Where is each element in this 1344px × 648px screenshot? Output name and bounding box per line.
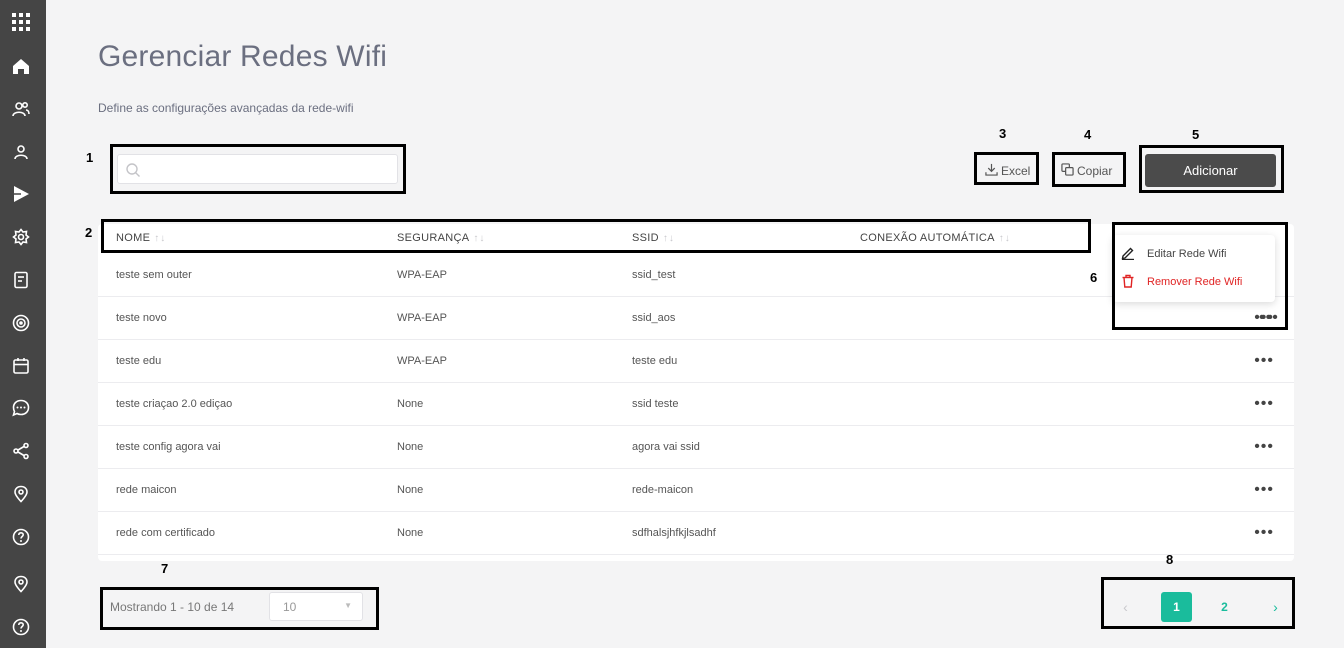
cell-nome: teste novo — [116, 312, 167, 324]
row-actions-button[interactable]: ••• — [1254, 469, 1274, 512]
users-icon[interactable] — [10, 98, 32, 120]
cell-seguranca: None — [397, 398, 424, 410]
location-icon[interactable] — [10, 573, 32, 595]
annotation-box-3 — [974, 152, 1039, 185]
annotation-number: 6 — [1090, 270, 1098, 285]
cell-ssid: ssid_test — [632, 269, 676, 281]
annotation-number: 5 — [1192, 127, 1200, 142]
help-icon[interactable] — [10, 616, 32, 638]
cell-seguranca: WPA-EAP — [397, 269, 447, 281]
location-icon[interactable] — [10, 483, 32, 505]
annotation-box-7 — [100, 587, 379, 630]
chat-icon[interactable] — [10, 397, 32, 419]
settings-icon[interactable] — [10, 226, 32, 248]
play-icon[interactable] — [10, 183, 32, 205]
user-icon[interactable] — [10, 141, 32, 163]
sidebar — [0, 0, 46, 648]
annotation-box-2 — [101, 219, 1091, 253]
cell-ssid: agora vai ssid — [632, 441, 700, 453]
cell-seguranca: WPA-EAP — [397, 355, 447, 367]
apps-grid-icon[interactable] — [10, 11, 32, 33]
cell-nome: rede com certificado — [116, 527, 216, 539]
table-row[interactable]: teste edu WPA-EAP teste edu ••• — [98, 340, 1294, 383]
annotation-box-4 — [1052, 152, 1126, 187]
cell-nome: rede maicon — [116, 484, 177, 496]
annotation-box-5 — [1139, 145, 1284, 193]
cell-nome: teste sem outer — [116, 269, 192, 281]
annotation-number: 3 — [999, 126, 1007, 141]
row-actions-button[interactable]: ••• — [1254, 383, 1274, 426]
row-actions-button[interactable]: ••• — [1254, 426, 1274, 469]
home-icon[interactable] — [10, 55, 32, 77]
table-row[interactable]: teste config agora vai None agora vai ss… — [98, 426, 1294, 469]
cell-ssid: sdfhalsjhfkjlsadhf — [632, 527, 716, 539]
annotation-box-1 — [110, 144, 406, 194]
annotation-number: 7 — [161, 561, 169, 576]
share-icon[interactable] — [10, 440, 32, 462]
row-actions-button[interactable]: ••• — [1254, 340, 1274, 383]
cell-ssid: ssid teste — [632, 398, 679, 410]
cell-ssid: ssid_aos — [632, 312, 676, 324]
cell-nome: teste edu — [116, 355, 162, 367]
cell-nome: teste criaçao 2.0 ediçao — [116, 398, 233, 410]
page-title: Gerenciar Redes Wifi — [98, 40, 388, 73]
row-actions-button[interactable]: ••• — [1254, 512, 1274, 555]
table-row[interactable]: rede com certificado None sdfhalsjhfkjls… — [98, 512, 1294, 555]
annotation-box-8 — [1101, 577, 1295, 629]
cell-seguranca: WPA-EAP — [397, 312, 447, 324]
calendar-icon[interactable] — [10, 355, 32, 377]
page-subtitle: Define as configurações avançadas da red… — [98, 101, 354, 115]
annotation-number: 8 — [1166, 552, 1174, 567]
cell-nome: teste config agora vai — [116, 441, 221, 453]
cell-seguranca: None — [397, 527, 424, 539]
annotation-box-6 — [1112, 222, 1288, 330]
cell-ssid: teste edu — [632, 355, 678, 367]
annotation-number: 2 — [85, 225, 93, 240]
document-icon[interactable] — [10, 269, 32, 291]
cell-ssid: rede-maicon — [632, 484, 694, 496]
help-icon[interactable] — [10, 526, 32, 548]
table-row[interactable]: teste criaçao 2.0 ediçao None ssid teste… — [98, 383, 1294, 426]
target-icon[interactable] — [10, 312, 32, 334]
annotation-number: 1 — [86, 150, 94, 165]
annotation-number: 4 — [1084, 127, 1092, 142]
table-row[interactable]: rede maicon None rede-maicon ••• — [98, 469, 1294, 512]
cell-seguranca: None — [397, 484, 424, 496]
cell-seguranca: None — [397, 441, 424, 453]
